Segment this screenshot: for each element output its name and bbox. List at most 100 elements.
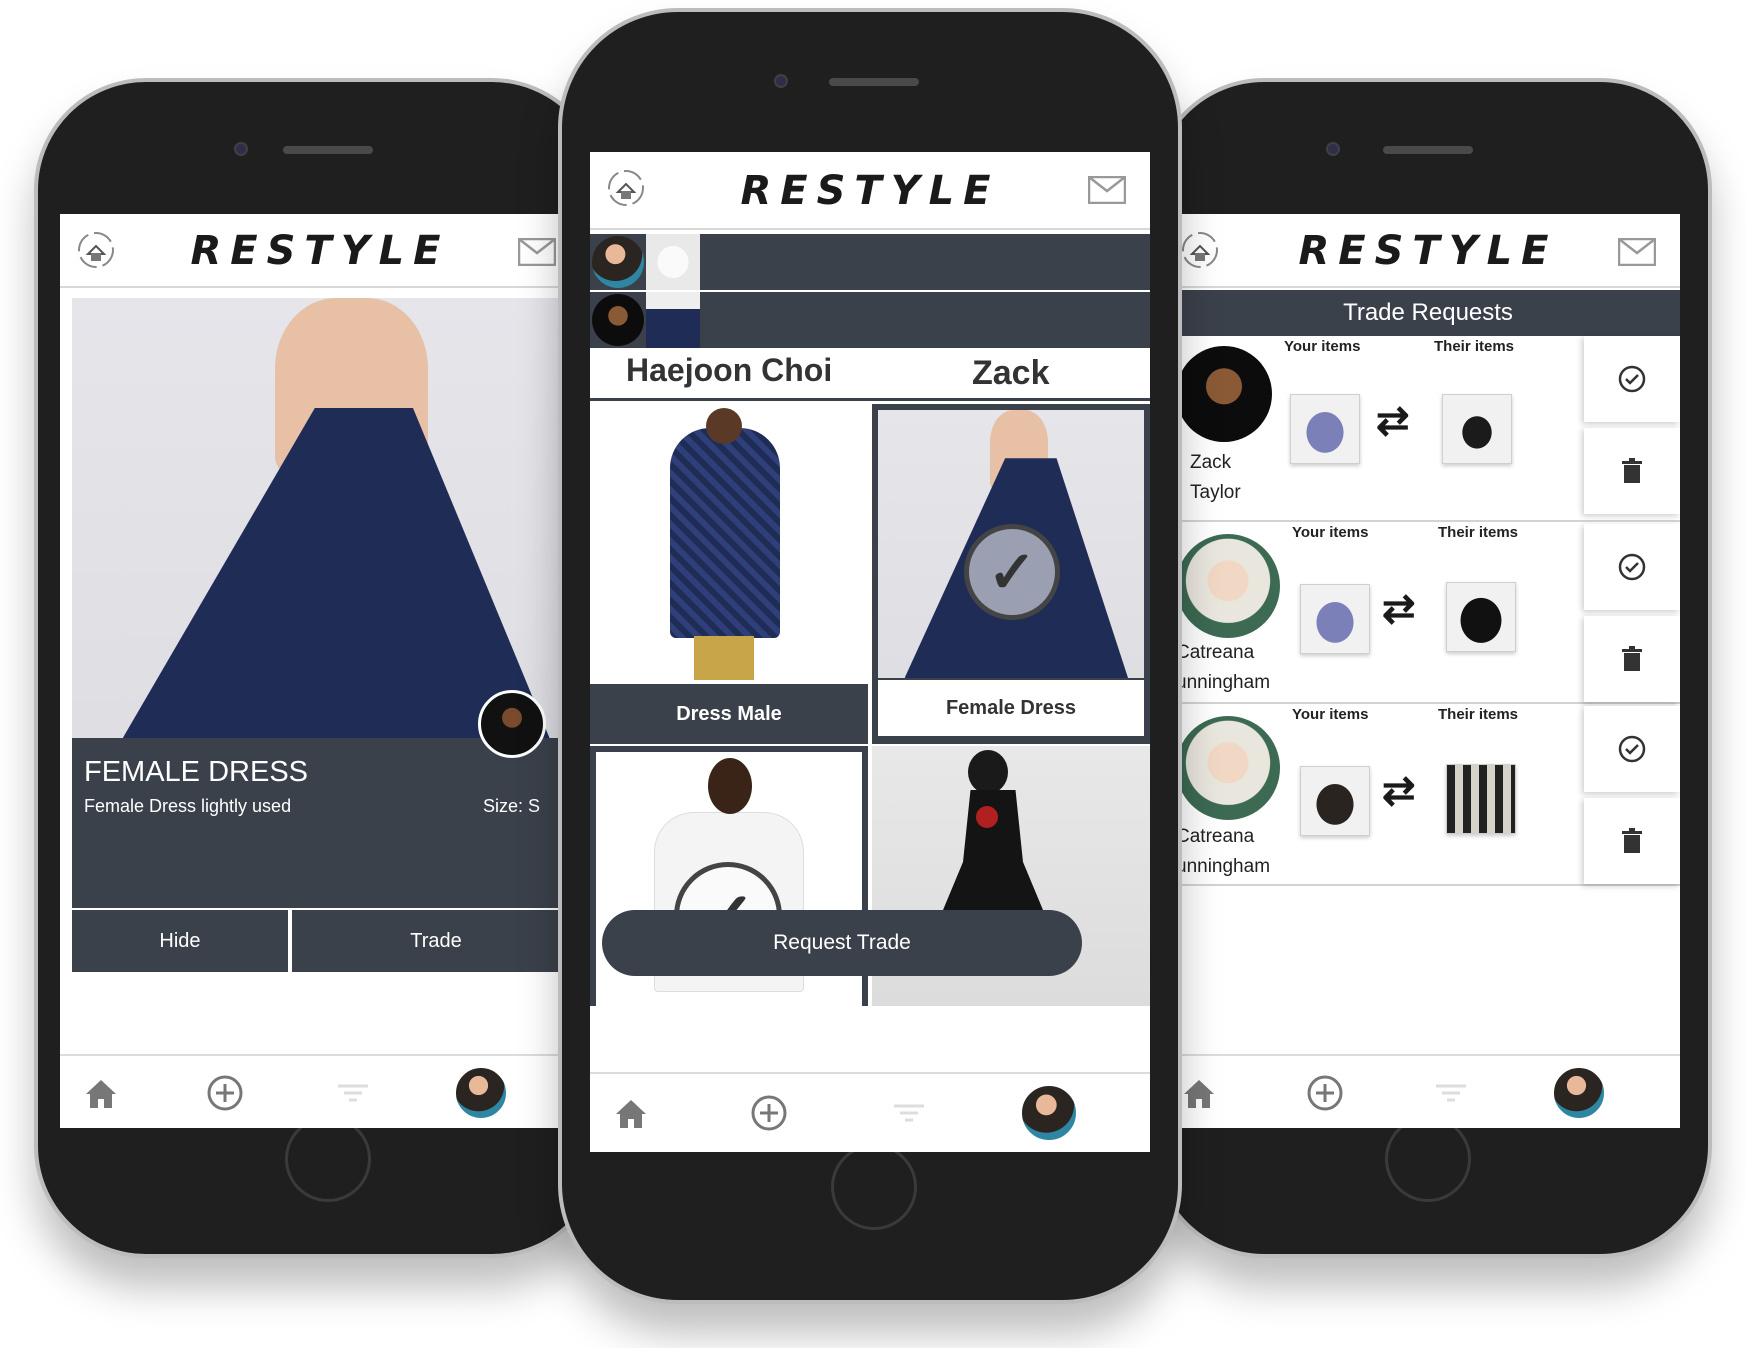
your-items-label: Your items [1292,524,1369,541]
delete-button[interactable] [1584,616,1680,702]
requester-avatar[interactable] [1176,534,1280,638]
speaker [283,146,373,154]
mail-icon[interactable] [1618,238,1656,266]
profile-avatar[interactable] [1552,1066,1606,1120]
swap-arrows-icon: ⇄ [1382,769,1416,813]
home-button[interactable] [1385,1116,1471,1202]
trade-strip-mine[interactable] [590,234,1150,290]
home-icon[interactable] [82,1074,120,1112]
check-circle-icon [1618,553,1646,581]
your-item-thumb[interactable] [1290,394,1360,464]
your-item-thumb[interactable] [1300,766,1370,836]
trade-requests-header: Trade Requests [1176,290,1680,336]
your-items-label: Your items [1292,706,1369,723]
delete-button[interactable] [1584,798,1680,884]
mail-icon[interactable] [518,238,556,266]
speaker [1383,146,1473,154]
profile-avatar[interactable] [1020,1084,1078,1142]
item-photo: ✓ [878,410,1144,678]
home-icon[interactable] [1180,1074,1218,1112]
figure-head [968,750,1008,794]
their-item-thumb[interactable] [1442,394,1512,464]
right-phone: RESTYLE Trade Requests Zack Taylor Your … [1152,78,1712,1258]
speaker [829,78,919,86]
requester-name: Zack Taylor [1190,448,1241,508]
their-items-label: Their items [1438,706,1519,723]
item-card-selected[interactable]: ✓ Female Dress [872,404,1150,744]
item-card[interactable]: Dress Male [590,404,868,744]
front-camera [1326,142,1340,156]
item-photo [72,298,580,738]
figure-head [706,408,742,444]
accept-button[interactable] [1584,336,1680,422]
app-header: RESTYLE [590,152,1150,230]
trade-request-row: Catreana unningham Your items Their item… [1176,524,1680,704]
requester-name: Catreana unningham [1176,822,1270,882]
names-divider [590,398,1150,401]
profile-avatar[interactable] [454,1066,508,1120]
swap-arrows-icon: ⇄ [1382,587,1416,631]
item-label: Dress Male [676,702,782,725]
plus-circle-icon[interactable] [206,1074,244,1112]
delete-button[interactable] [1584,428,1680,514]
mail-icon[interactable] [1088,176,1126,204]
item-description: Female Dress lightly used [84,796,292,816]
their-item-thumb[interactable] [1446,764,1516,834]
my-item-thumb [646,234,700,290]
user-right-name: Zack [972,354,1050,392]
item-title: FEMALE DRESS [84,756,308,788]
left-screen: RESTYLE FEMALE DRESS Female Dress lightl… [60,214,580,1128]
your-item-thumb[interactable] [1300,584,1370,654]
figure-head [708,758,752,814]
bottom-nav [590,1072,1150,1152]
requester-last-name: unningham [1176,856,1271,877]
trade-strip-theirs[interactable] [590,292,1150,348]
their-item-thumb[interactable] [1446,582,1516,652]
bottom-nav [1176,1054,1680,1128]
filter-icon[interactable] [334,1074,372,1112]
requester-avatar[interactable] [1176,346,1272,442]
filter-icon[interactable] [890,1094,928,1132]
item-photo [590,404,868,684]
home-button[interactable] [285,1116,371,1202]
left-phone: RESTYLE FEMALE DRESS Female Dress lightl… [34,78,604,1258]
hide-button[interactable]: Hide [72,910,288,972]
swap-arrows-icon: ⇄ [1376,399,1410,443]
app-title: RESTYLE [190,228,450,274]
plus-circle-icon[interactable] [1306,1074,1344,1112]
trade-request-row: Zack Taylor Your items Their items ⇄ [1176,336,1680,522]
app-title: RESTYLE [1298,228,1558,274]
front-camera [774,74,788,88]
accept-button[interactable] [1584,706,1680,792]
home-icon[interactable] [612,1094,650,1132]
bottom-nav [60,1054,580,1128]
center-phone: RESTYLE Haejoon Choi Zack Dress Male ✓ F… [558,8,1182,1304]
check-circle-icon: ✓ [964,524,1060,620]
owner-avatar[interactable] [478,690,546,758]
trade-request-row: Catreana unningham Your items Their item… [1176,706,1680,886]
figure-legs [694,636,754,680]
their-items-label: Their items [1438,524,1519,541]
app-title: RESTYLE [740,168,1000,214]
requester-first-name: Zack [1190,452,1232,473]
requester-first-name: Catreana [1176,642,1255,663]
requester-last-name: unningham [1176,672,1271,693]
check-circle-icon [1618,735,1646,763]
requester-name: Catreana unningham [1176,638,1270,698]
filter-icon[interactable] [1432,1074,1470,1112]
trash-icon [1622,458,1642,483]
home-button[interactable] [831,1144,917,1230]
requester-first-name: Catreana [1176,826,1255,847]
requester-last-name: Taylor [1190,482,1241,503]
app-header: RESTYLE [1176,214,1680,288]
my-avatar-thumb [592,236,644,288]
requester-avatar[interactable] [1176,716,1280,820]
center-screen: RESTYLE Haejoon Choi Zack Dress Male ✓ F… [590,152,1150,1152]
kurta-figure [670,428,780,638]
request-trade-button[interactable]: Request Trade [602,910,1082,976]
right-screen: RESTYLE Trade Requests Zack Taylor Your … [1176,214,1680,1128]
check-circle-icon [1618,365,1646,393]
accept-button[interactable] [1584,524,1680,610]
plus-circle-icon[interactable] [750,1094,788,1132]
trade-button[interactable]: Trade [292,910,580,972]
